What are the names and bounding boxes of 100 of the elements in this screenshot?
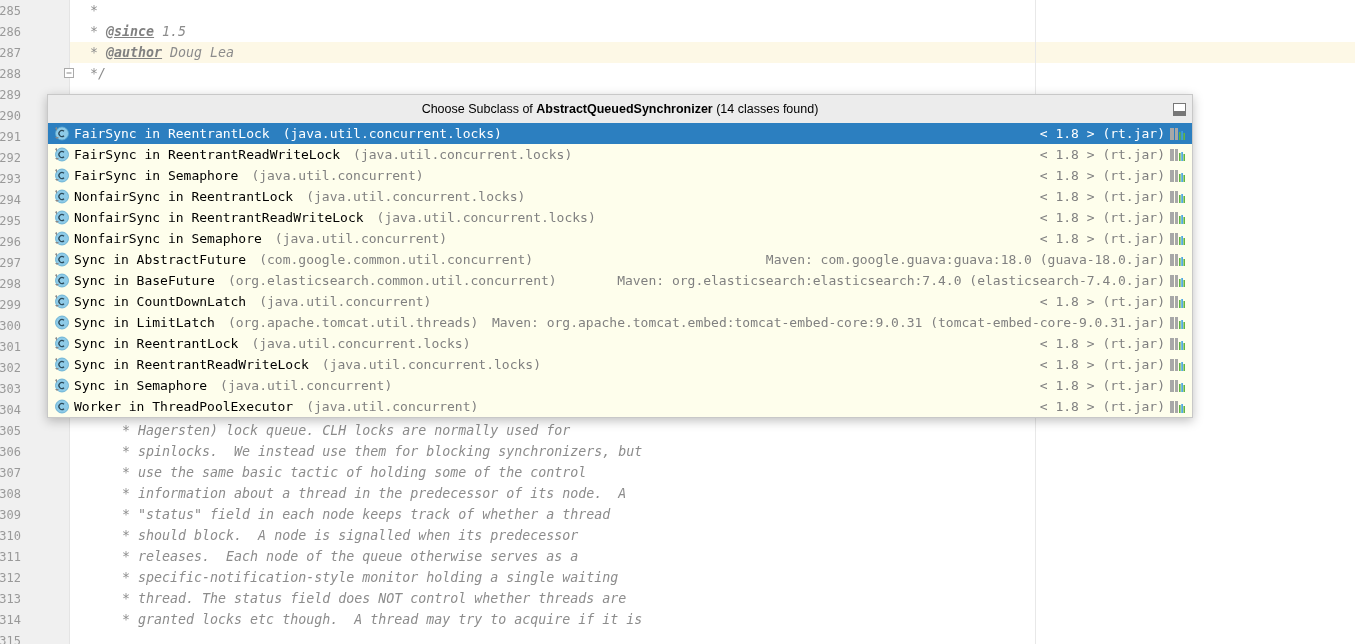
line-number: 313 xyxy=(0,591,21,606)
package-name: (java.util.concurrent) xyxy=(274,231,448,246)
class-name: FairSync in Semaphore xyxy=(74,168,239,183)
class-icon xyxy=(54,378,69,393)
class-name: Sync in ReentrantLock xyxy=(74,336,239,351)
class-icon xyxy=(54,210,69,225)
subclass-item[interactable]: Worker in ThreadPoolExecutor (java.util.concurrent) < 1.8 > (rt.jar) xyxy=(48,396,1192,417)
library-location: < 1.8 > (rt.jar) xyxy=(1039,147,1165,162)
line-number: 285 xyxy=(0,3,21,18)
library-location: < 1.8 > (rt.jar) xyxy=(1039,126,1165,141)
fold-icon[interactable] xyxy=(64,68,74,78)
library-icon xyxy=(1170,274,1185,287)
library-icon xyxy=(1170,127,1185,140)
library-icon xyxy=(1170,253,1185,266)
package-name: (java.util.concurrent.locks) xyxy=(251,336,471,351)
line-number: 308 xyxy=(0,486,21,501)
class-icon xyxy=(54,357,69,372)
class-name: FairSync in ReentrantLock xyxy=(74,126,270,141)
code-line: * @author Doug Lea xyxy=(89,45,235,60)
code-line: * "status" field in each node keeps track of whether a thread xyxy=(121,507,611,522)
class-name: NonfairSync in ReentrantReadWriteLock xyxy=(74,210,364,225)
class-name: Sync in CountDownLatch xyxy=(74,294,247,309)
library-location: Maven: org.apache.tomcat.embed:tomcat-embed-core:9.0.31 (tomcat-embed-core-9.0.31.jar) xyxy=(491,315,1165,330)
library-location: < 1.8 > (rt.jar) xyxy=(1039,168,1165,183)
subclass-item[interactable]: NonfairSync in ReentrantReadWriteLock (java.util.concurrent.locks) < 1.8 > (rt.jar) xyxy=(48,207,1192,228)
subclass-item[interactable]: Sync in ReentrantReadWriteLock (java.util.concurrent.locks) < 1.8 > (rt.jar) xyxy=(48,354,1192,375)
code-line: * use the same basic tactic of holding some of the control xyxy=(121,465,587,480)
package-name: (java.util.concurrent.locks) xyxy=(282,126,502,141)
library-location: Maven: org.elasticsearch:elasticsearch:7.4.0 (elasticsearch-7.4.0.jar) xyxy=(617,273,1165,288)
line-number: 310 xyxy=(0,528,21,543)
library-icon xyxy=(1170,232,1185,245)
library-icon xyxy=(1170,337,1185,350)
line-number: 309 xyxy=(0,507,21,522)
class-icon xyxy=(54,126,69,141)
library-icon xyxy=(1170,169,1185,182)
subclass-item[interactable]: Sync in Semaphore (java.util.concurrent) < 1.8 > (rt.jar) xyxy=(48,375,1192,396)
library-location: < 1.8 > (rt.jar) xyxy=(1039,189,1165,204)
package-name: (java.util.concurrent) xyxy=(251,168,424,183)
code-line: * thread. The status field does NOT control whether threads are xyxy=(121,591,627,606)
library-location: Maven: com.google.guava:guava:18.0 (guava-18.0.jar) xyxy=(765,252,1165,267)
package-name: (java.util.concurrent) xyxy=(220,378,393,393)
library-icon xyxy=(1170,295,1185,308)
line-number: 311 xyxy=(0,549,21,564)
line-number: 289 xyxy=(0,87,21,102)
library-location: < 1.8 > (rt.jar) xyxy=(1039,336,1165,351)
code-line: * xyxy=(89,3,98,18)
subclass-item[interactable]: FairSync in ReentrantLock (java.util.concurrent.locks) < 1.8 > (rt.jar) xyxy=(48,123,1192,144)
library-location: < 1.8 > (rt.jar) xyxy=(1039,210,1165,225)
library-icon xyxy=(1170,358,1185,371)
line-number: 291 xyxy=(0,129,21,144)
class-icon xyxy=(54,231,69,246)
line-number: 306 xyxy=(0,444,21,459)
class-name: FairSync in ReentrantReadWriteLock xyxy=(74,147,341,162)
package-name: (com.google.common.util.concurrent) xyxy=(259,252,534,267)
class-icon xyxy=(54,189,69,204)
class-icon xyxy=(54,147,69,162)
pin-icon[interactable] xyxy=(1173,103,1186,116)
class-icon xyxy=(54,399,69,414)
popup-title: Choose Subclass of AbstractQueuedSynchronizer (14 classes found) xyxy=(421,102,819,116)
line-number: 288 xyxy=(0,66,21,81)
code-line: * information about a thread in the predecessor of its node. A xyxy=(121,486,627,501)
class-icon xyxy=(54,252,69,267)
line-number: 290 xyxy=(0,108,21,123)
subclass-item[interactable]: NonfairSync in Semaphore (java.util.concurrent) < 1.8 > (rt.jar) xyxy=(48,228,1192,249)
class-name: Sync in BaseFuture xyxy=(74,273,215,288)
subclass-item[interactable]: FairSync in ReentrantReadWriteLock (java.util.concurrent.locks) < 1.8 > (rt.jar) xyxy=(48,144,1192,165)
subclass-item[interactable]: NonfairSync in ReentrantLock (java.util.concurrent.locks) < 1.8 > (rt.jar) xyxy=(48,186,1192,207)
line-number: 298 xyxy=(0,276,21,291)
class-icon xyxy=(54,273,69,288)
class-name: NonfairSync in Semaphore xyxy=(74,231,262,246)
subclass-item[interactable]: Sync in LimitLatch (org.apache.tomcat.util.threads) Maven: org.apache.tomcat.embed:tomcat-embed-core:9.0.31 (tomcat-embed-core-9.0.31.jar) xyxy=(48,312,1192,333)
subclass-item[interactable]: Sync in BaseFuture (org.elasticsearch.common.util.concurrent) Maven: org.elasticsearch:elasticsearch:7.4.0 (elasticsearch-7.4.0.jar) xyxy=(48,270,1192,291)
line-number: 303 xyxy=(0,381,21,396)
library-icon xyxy=(1170,211,1185,224)
library-icon xyxy=(1170,400,1185,413)
package-name: (java.util.concurrent) xyxy=(259,294,432,309)
library-icon xyxy=(1170,379,1185,392)
package-name: (java.util.concurrent.locks) xyxy=(306,189,526,204)
package-name: (org.elasticsearch.common.util.concurrent) xyxy=(227,273,557,288)
code-line: * should block. A node is signalled when its predecessor xyxy=(121,528,579,543)
subclass-item[interactable]: Sync in AbstractFuture (com.google.common.util.concurrent) Maven: com.google.guava:guava:18.0 (guava-18.0.jar) xyxy=(48,249,1192,270)
library-icon xyxy=(1170,148,1185,161)
line-number: 294 xyxy=(0,192,21,207)
class-name: Worker in ThreadPoolExecutor xyxy=(74,399,294,414)
class-name: Sync in ReentrantReadWriteLock xyxy=(74,357,309,372)
subclass-item[interactable]: Sync in ReentrantLock (java.util.concurrent.locks) < 1.8 > (rt.jar) xyxy=(48,333,1192,354)
code-line: * spinlocks. We instead use them for blocking synchronizers, but xyxy=(121,444,643,459)
library-location: < 1.8 > (rt.jar) xyxy=(1039,294,1165,309)
line-number: 293 xyxy=(0,171,21,186)
library-icon xyxy=(1170,316,1185,329)
code-line: * releases. Each node of the queue otherwise serves as a xyxy=(121,549,579,564)
code-line: * @since 1.5 xyxy=(89,24,187,39)
subclass-item[interactable]: Sync in CountDownLatch (java.util.concurrent) < 1.8 > (rt.jar) xyxy=(48,291,1192,312)
package-name: (java.util.concurrent.locks) xyxy=(376,210,596,225)
library-location: < 1.8 > (rt.jar) xyxy=(1039,378,1165,393)
package-name: (java.util.concurrent.locks) xyxy=(321,357,541,372)
class-icon xyxy=(54,315,69,330)
subclass-item[interactable]: FairSync in Semaphore (java.util.concurrent) < 1.8 > (rt.jar) xyxy=(48,165,1192,186)
line-number: 315 xyxy=(0,633,21,644)
class-icon xyxy=(54,168,69,183)
